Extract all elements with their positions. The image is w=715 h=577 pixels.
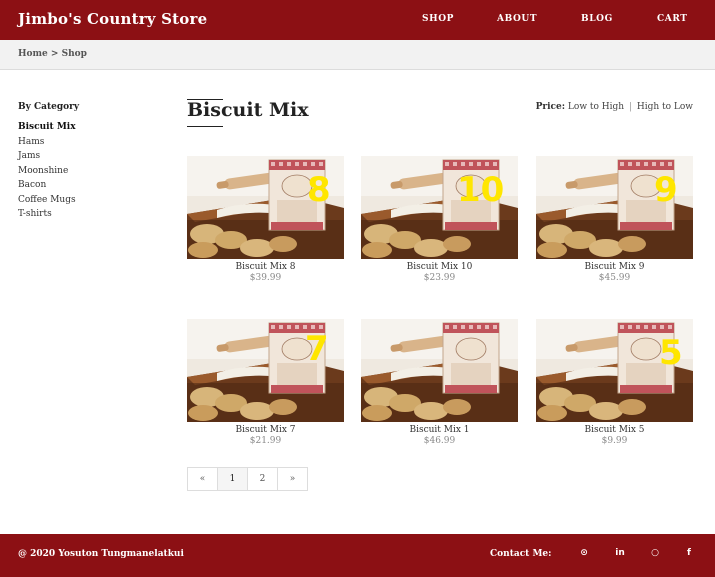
sort-low-to-high[interactable]: Low to High <box>568 102 624 112</box>
category-coffee-mugs[interactable]: Coffee Mugs <box>18 193 168 208</box>
title-rule-bottom <box>187 126 223 127</box>
product-image[interactable]: 5 <box>536 319 693 422</box>
page-title: Biscuit Mix <box>187 99 309 121</box>
product-card[interactable]: 7 Biscuit Mix 7 $21.99 <box>187 319 344 446</box>
product-image[interactable]: 8 <box>187 156 344 259</box>
product-name[interactable]: Biscuit Mix 9 <box>536 262 693 272</box>
product-number: 8 <box>307 170 331 210</box>
product-price: $46.99 <box>423 436 456 446</box>
product-image[interactable] <box>361 319 518 422</box>
pagination: « 1 2 » <box>187 467 308 491</box>
category-jams[interactable]: Jams <box>18 149 168 164</box>
product-card[interactable]: 10 Biscuit Mix 10 $23.99 <box>361 156 518 283</box>
instagram-icon[interactable]: ○ <box>648 548 662 558</box>
breadcrumb-bar: Home > Shop <box>0 40 715 70</box>
product-name[interactable]: Biscuit Mix 7 <box>187 425 344 435</box>
category-bacon[interactable]: Bacon <box>18 178 168 193</box>
product-number: 7 <box>305 329 329 369</box>
copyright-text: @ 2020 Yosuton Tungmanelatkui <box>18 549 184 559</box>
site-header: Jimbo's Country Store SHOP ABOUT BLOG CA… <box>0 0 715 40</box>
product-name[interactable]: Biscuit Mix 10 <box>361 262 518 272</box>
facebook-icon[interactable]: f <box>682 548 696 558</box>
product-name[interactable]: Biscuit Mix 8 <box>187 262 344 272</box>
product-price: $21.99 <box>249 436 282 446</box>
nav-shop[interactable]: SHOP <box>422 14 454 24</box>
sort-separator: | <box>628 102 632 112</box>
product-price: $39.99 <box>249 273 282 283</box>
product-number: 9 <box>654 170 678 210</box>
pagination-page-2[interactable]: 2 <box>247 467 278 491</box>
linkedin-icon[interactable]: in <box>613 548 627 558</box>
product-price: $9.99 <box>601 436 628 446</box>
pagination-next[interactable]: » <box>277 467 308 491</box>
category-heading: By Category <box>18 102 80 112</box>
product-image[interactable]: 10 <box>361 156 518 259</box>
nav-cart[interactable]: CART <box>657 14 688 24</box>
pagination-prev[interactable]: « <box>187 467 218 491</box>
category-moonshine[interactable]: Moonshine <box>18 164 168 179</box>
contact-label: Contact Me: <box>490 549 552 559</box>
breadcrumb: Home > Shop <box>18 49 87 59</box>
sort-controls: Price: Low to High | High to Low <box>536 102 693 112</box>
product-image[interactable]: 7 <box>187 319 344 422</box>
category-biscuit-mix[interactable]: Biscuit Mix <box>18 120 168 135</box>
category-sidebar: By Category Biscuit Mix Hams Jams Moonsh… <box>18 102 168 222</box>
product-number: 5 <box>659 333 683 373</box>
product-image[interactable]: 9 <box>536 156 693 259</box>
product-card[interactable]: 8 Biscuit Mix 8 $39.99 <box>187 156 344 283</box>
product-price: $45.99 <box>598 273 631 283</box>
nav-about[interactable]: ABOUT <box>497 14 537 24</box>
product-number: 10 <box>457 170 505 210</box>
product-name[interactable]: Biscuit Mix 5 <box>536 425 693 435</box>
category-t-shirts[interactable]: T-shirts <box>18 207 168 222</box>
product-card[interactable]: 5 Biscuit Mix 5 $9.99 <box>536 319 693 446</box>
product-price: $23.99 <box>423 273 456 283</box>
sort-label: Price: <box>535 102 566 112</box>
product-card[interactable]: 9 Biscuit Mix 9 $45.99 <box>536 156 693 283</box>
site-brand[interactable]: Jimbo's Country Store <box>18 10 207 28</box>
pagination-page-1[interactable]: 1 <box>217 467 248 491</box>
github-icon[interactable]: ⊙ <box>577 548 591 558</box>
product-name[interactable]: Biscuit Mix 1 <box>361 425 518 435</box>
sort-high-to-low[interactable]: High to Low <box>637 102 693 112</box>
product-card[interactable]: Biscuit Mix 1 $46.99 <box>361 319 518 446</box>
site-footer: @ 2020 Yosuton Tungmanelatkui Contact Me… <box>0 534 715 577</box>
nav-blog[interactable]: BLOG <box>581 14 613 24</box>
category-hams[interactable]: Hams <box>18 135 168 150</box>
